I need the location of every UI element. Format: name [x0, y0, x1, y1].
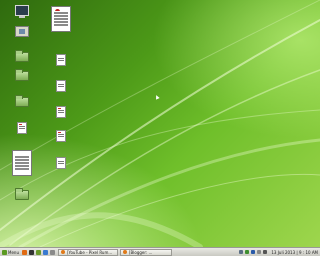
desktop-icon-document[interactable] — [5, 150, 39, 177]
document-icon — [12, 150, 32, 176]
files-launcher-icon[interactable] — [35, 249, 41, 255]
update-icon[interactable] — [245, 250, 250, 254]
document-icon — [56, 106, 66, 118]
folder-icon — [15, 188, 29, 200]
desktop-icon-folder[interactable] — [5, 95, 39, 108]
desktop-icon-computer[interactable] — [5, 5, 39, 18]
home-folder-icon — [15, 26, 29, 37]
document-icon — [51, 6, 71, 32]
desktop-icon-document[interactable] — [44, 54, 78, 67]
mouse-cursor-icon — [154, 94, 160, 100]
folder-icon — [15, 95, 29, 107]
bluetooth-icon[interactable] — [251, 250, 256, 254]
menu-icon — [2, 249, 7, 255]
desktop-icon-folder[interactable] — [5, 69, 39, 82]
volume-icon[interactable] — [263, 250, 268, 254]
desktop-icon-folder[interactable] — [5, 50, 39, 63]
computer-icon — [15, 5, 29, 18]
taskbar-window-label: [Blogger: ... — [128, 249, 153, 255]
desktop-icon-folder[interactable] — [5, 188, 39, 201]
taskbar: Menu [YouTube - Pixel Rum... [Blogger: .… — [0, 247, 320, 256]
menu-label: Menu — [8, 249, 19, 255]
document-icon — [56, 130, 66, 142]
taskbar-window-button[interactable]: [YouTube - Pixel Rum... — [57, 248, 118, 256]
taskbar-window-button[interactable]: [Blogger: ... — [119, 248, 172, 256]
document-icon — [56, 80, 66, 92]
desktop-icon-document[interactable] — [44, 130, 78, 143]
wallpaper-light-streaks — [0, 0, 320, 247]
firefox-icon — [122, 250, 127, 254]
system-tray: 13 Juli 2013 | 9 : 10 AM — [238, 248, 320, 256]
document-icon — [56, 54, 66, 66]
taskbar-window-label: [YouTube - Pixel Rum... — [66, 249, 113, 255]
desktop-icon-home[interactable] — [5, 26, 39, 38]
terminal-launcher-icon[interactable] — [28, 249, 34, 255]
desktop — [0, 0, 320, 247]
desktop-icon-document[interactable] — [5, 122, 39, 135]
menu-button[interactable]: Menu — [0, 248, 21, 256]
chrome-launcher-icon[interactable] — [42, 249, 48, 255]
browser-launcher-icon[interactable] — [21, 249, 27, 255]
battery-icon[interactable] — [257, 250, 262, 254]
desktop-icon-document[interactable] — [44, 6, 78, 33]
settings-launcher-icon[interactable] — [49, 249, 55, 255]
desktop-icon-document[interactable] — [44, 80, 78, 93]
folder-icon — [15, 50, 29, 62]
document-icon — [56, 157, 66, 169]
desktop-icon-document[interactable] — [44, 157, 78, 170]
folder-icon — [15, 69, 29, 81]
desktop-icon-document[interactable] — [44, 106, 78, 119]
clock[interactable]: 13 Juli 2013 | 9 : 10 AM — [271, 250, 318, 255]
document-icon — [17, 122, 27, 134]
firefox-icon — [60, 250, 65, 254]
network-icon[interactable] — [239, 250, 244, 254]
